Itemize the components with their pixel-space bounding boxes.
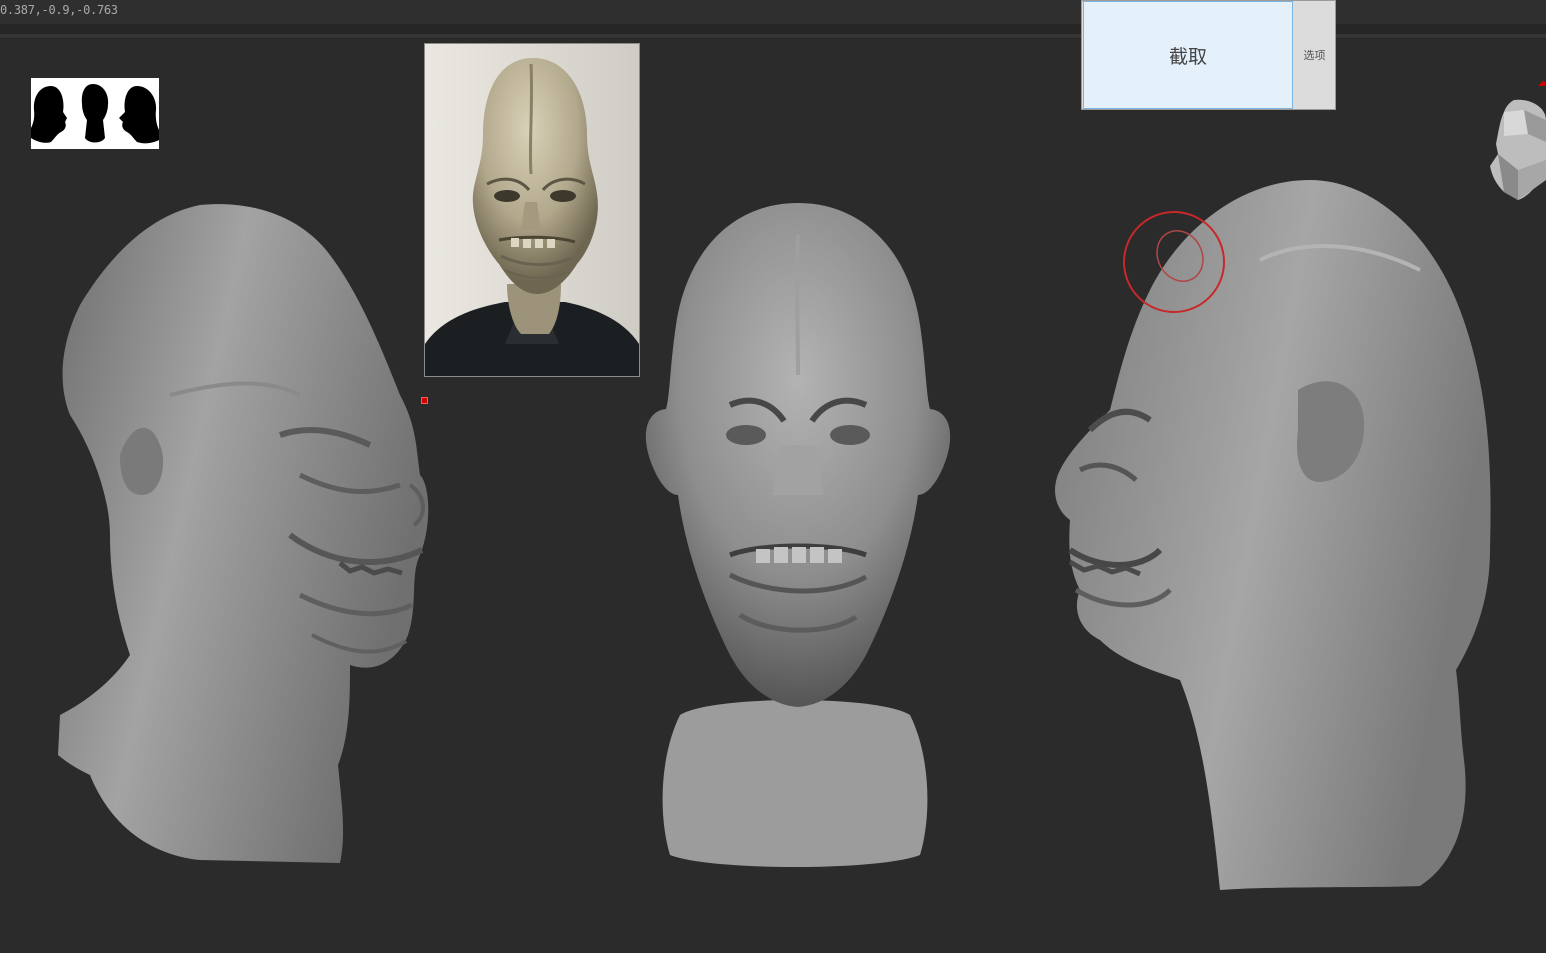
head-silhouettes-icon [31,78,159,149]
sculpt-view-right-profile[interactable] [1040,170,1510,900]
navigation-head-icon[interactable] [1484,80,1546,205]
capture-panel: 截取 选项 [1081,0,1336,110]
capture-button[interactable]: 截取 [1083,1,1293,109]
sculpt-view-left-profile[interactable] [50,195,440,875]
reference-image[interactable] [424,43,640,377]
coordinates-readout: 0.387,-0.9,-0.763 [0,3,118,17]
sculpt-view-front[interactable] [630,195,960,885]
brush-cursor-icon [1120,210,1228,320]
options-button[interactable]: 选项 [1294,1,1335,109]
